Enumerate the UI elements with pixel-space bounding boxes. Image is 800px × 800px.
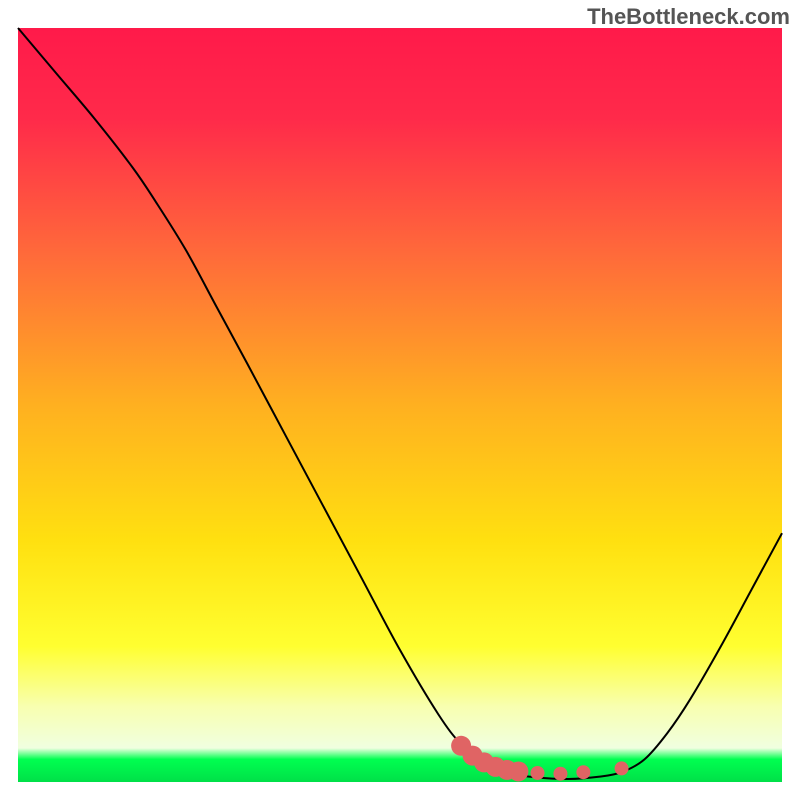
- plot-background: [18, 28, 782, 782]
- chart-svg: [0, 0, 800, 800]
- data-marker: [615, 761, 629, 775]
- watermark-text: TheBottleneck.com: [587, 4, 790, 30]
- data-marker: [531, 766, 545, 780]
- data-marker: [576, 765, 590, 779]
- chart-container: TheBottleneck.com: [0, 0, 800, 800]
- data-marker: [553, 767, 567, 781]
- data-marker: [508, 761, 528, 781]
